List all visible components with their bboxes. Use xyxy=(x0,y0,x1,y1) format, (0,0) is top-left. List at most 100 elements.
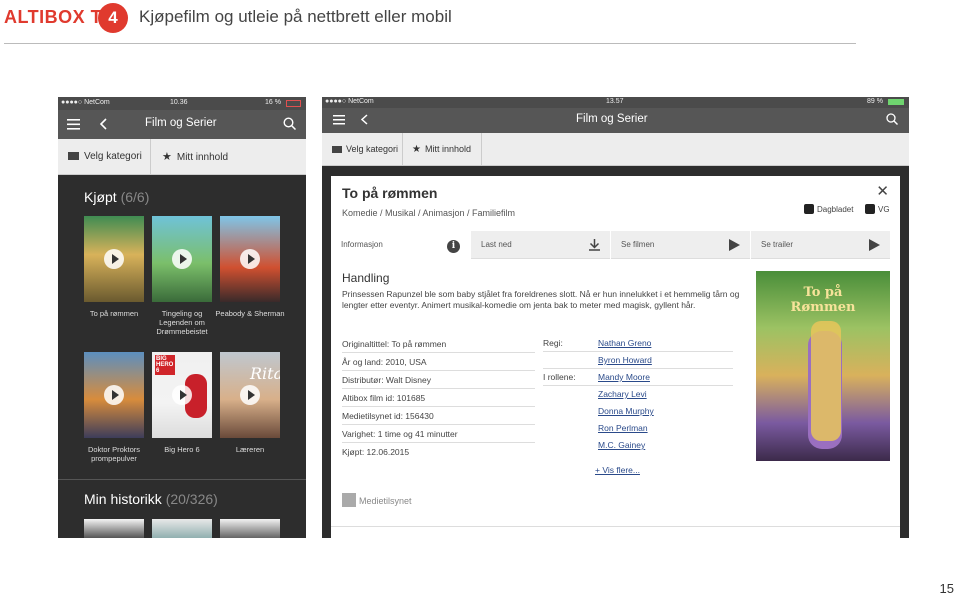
detail-row: Altibox film id: 101685 xyxy=(342,389,535,407)
tab-mitt-innhold[interactable]: ★ Mitt innhold xyxy=(412,133,471,166)
close-icon[interactable]: ✕ xyxy=(876,182,889,200)
credit-link[interactable]: Mandy Moore xyxy=(598,369,650,386)
credit-link[interactable]: Ron Perlman xyxy=(598,420,648,437)
history-poster[interactable] xyxy=(84,519,144,538)
credit-label: Regi: xyxy=(543,338,563,348)
star-icon: ★ xyxy=(412,144,421,155)
play-icon[interactable] xyxy=(104,249,124,269)
movie-detail-modal: To på rømmen Komedie / Musikal / Animasj… xyxy=(331,176,900,538)
tablet-screen: ●●●●○ NetCom 13.57 89 % Film og Serier V… xyxy=(322,97,909,538)
hamburger-menu-icon[interactable] xyxy=(67,118,80,130)
tab-divider xyxy=(402,133,403,166)
detail-row: Kjøpt: 12.06.2015 xyxy=(342,447,410,457)
slide-title: Kjøpefilm og utleie på nettbrett eller m… xyxy=(139,7,452,26)
download-icon xyxy=(589,239,600,251)
play-icon[interactable] xyxy=(172,385,192,405)
logo-text: Medietilsynet xyxy=(359,496,412,506)
hair-figure xyxy=(811,321,841,441)
info-icon: i xyxy=(447,238,460,253)
medietilsynet-icon xyxy=(342,493,356,507)
play-icon xyxy=(729,239,740,251)
caption: To på rømmen xyxy=(89,309,139,318)
back-icon[interactable] xyxy=(100,118,108,130)
tab-label: Velg kategori xyxy=(84,151,142,162)
detail-tabbar: Informasjon i Last ned Se filmen Se trai… xyxy=(331,231,900,259)
clapperboard-icon xyxy=(332,146,342,153)
play-icon[interactable] xyxy=(240,385,260,405)
status-bar: ●●●●○ NetCom 10.36 16 % xyxy=(58,97,306,110)
tab-divider xyxy=(150,139,151,175)
tab-label: Mitt innhold xyxy=(424,144,471,154)
history-poster[interactable] xyxy=(152,519,212,538)
poster-tingeling[interactable] xyxy=(152,216,212,302)
tab-velg-kategori[interactable]: Velg kategori xyxy=(68,139,142,175)
poster-big-hero-6[interactable]: BIG HERO 6 xyxy=(152,352,212,438)
tab-informasjon[interactable]: Informasjon i xyxy=(331,231,470,259)
back-icon[interactable] xyxy=(361,114,369,125)
tab-se-filmen[interactable]: Se filmen xyxy=(611,231,750,259)
poster-laereren[interactable]: Rita xyxy=(220,352,280,438)
section-heading: Handling xyxy=(342,271,390,285)
tab-last-ned[interactable]: Last ned xyxy=(471,231,610,259)
poster-peabody-sherman[interactable] xyxy=(220,216,280,302)
detail-row: Varighet: 1 time og 41 minutter xyxy=(342,425,535,443)
show-more-link[interactable]: + Vis flere... xyxy=(595,465,640,475)
detail-row: År og land: 2010, USA xyxy=(342,353,535,371)
section-count: (6/6) xyxy=(120,189,150,205)
battery-level: 16 % xyxy=(265,99,281,106)
tab-label: Se filmen xyxy=(621,240,655,249)
tab-label: Se trailer xyxy=(761,240,794,249)
page-number: 15 xyxy=(939,581,954,596)
tab-mitt-innhold[interactable]: ★ Mitt innhold xyxy=(162,139,228,175)
poster-doktor-proktor[interactable] xyxy=(84,352,144,438)
battery-icon xyxy=(286,100,301,107)
status-bar: ●●●●○ NetCom 13.57 89 % xyxy=(322,97,909,108)
credit-link[interactable]: Zachary Levi xyxy=(598,386,647,403)
credit-link[interactable]: M.C. Gainey xyxy=(598,437,645,454)
tab-label: Velg kategori xyxy=(346,144,399,154)
section-label: Kjøpt xyxy=(84,189,117,205)
poster-title: To på Rømmen xyxy=(790,285,856,315)
search-icon[interactable] xyxy=(886,113,898,125)
credit-label: I rollene: xyxy=(543,372,576,382)
clock: 10.36 xyxy=(170,99,188,106)
tab-divider xyxy=(481,133,482,166)
credit-row: I rollene: Mandy Moore xyxy=(543,369,733,386)
section-title-historikk: Min historikk (20/326) xyxy=(84,491,218,507)
detail-row: Distributør: Walt Disney xyxy=(342,371,535,389)
play-icon[interactable] xyxy=(172,249,192,269)
history-poster[interactable] xyxy=(220,519,280,538)
credit-link[interactable]: Donna Murphy xyxy=(598,403,654,420)
credit-row: Ron Perlman xyxy=(543,420,733,437)
carrier: ●●●●○ NetCom xyxy=(325,98,374,105)
dice-icon xyxy=(804,204,814,214)
credit-link[interactable]: Nathan Greno xyxy=(598,335,651,352)
play-icon[interactable] xyxy=(104,385,124,405)
caption: Læreren xyxy=(235,445,265,454)
tab-se-trailer[interactable]: Se trailer xyxy=(751,231,890,259)
credit-row: Zachary Levi xyxy=(543,386,733,403)
star-icon: ★ xyxy=(162,151,172,163)
movie-description: Prinsessen Rapunzel ble som baby stjålet… xyxy=(342,289,740,310)
poster-to-pa-rommen[interactable] xyxy=(84,216,144,302)
tab-velg-kategori[interactable]: Velg kategori xyxy=(332,133,398,166)
credit-link[interactable]: Byron Howard xyxy=(598,352,652,369)
movie-poster: To på Rømmen xyxy=(756,271,890,461)
detail-row: Originaltittel: To på rømmen xyxy=(342,335,535,353)
caption: Tingeling og Legenden om Drømmebeistet xyxy=(156,309,208,336)
header-divider xyxy=(4,43,856,44)
caption: Peabody & Sherman xyxy=(215,309,285,318)
rating-source: VG xyxy=(878,205,890,214)
channel-badge: 4 xyxy=(98,3,128,33)
movie-genres: Komedie / Musikal / Animasjon / Familief… xyxy=(342,208,516,218)
play-icon[interactable] xyxy=(240,249,260,269)
search-icon[interactable] xyxy=(283,117,296,130)
battery-icon xyxy=(888,99,904,105)
rating-source: Dagbladet xyxy=(817,205,854,214)
caption: Doktor Proktors prompepulver xyxy=(87,445,141,463)
tab-label: Last ned xyxy=(481,240,512,249)
phone-screen: ●●●●○ NetCom 10.36 16 % Film og Serier V… xyxy=(58,97,306,538)
hamburger-menu-icon[interactable] xyxy=(333,114,345,125)
tab-label: Mitt innhold xyxy=(176,152,229,163)
section-count: (20/326) xyxy=(165,491,218,507)
